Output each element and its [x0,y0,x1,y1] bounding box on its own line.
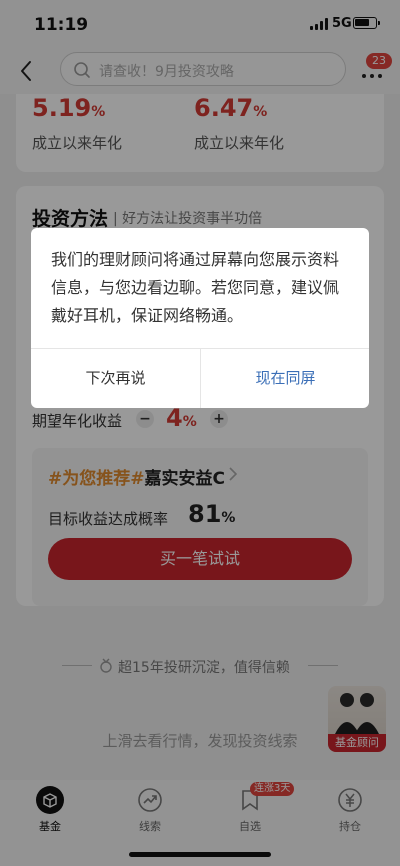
screen-share-dialog: 我们的理财顾问将通过屏幕向您展示资料信息，与您边看边聊。若您同意，建议佩戴好耳机… [31,228,369,408]
modal-overlay[interactable] [0,0,400,866]
share-now-button[interactable]: 现在同屏 [201,349,370,408]
dialog-message: 我们的理财顾问将通过屏幕向您展示资料信息，与您边看边聊。若您同意，建议佩戴好耳机… [51,250,340,325]
later-button[interactable]: 下次再说 [31,349,200,408]
